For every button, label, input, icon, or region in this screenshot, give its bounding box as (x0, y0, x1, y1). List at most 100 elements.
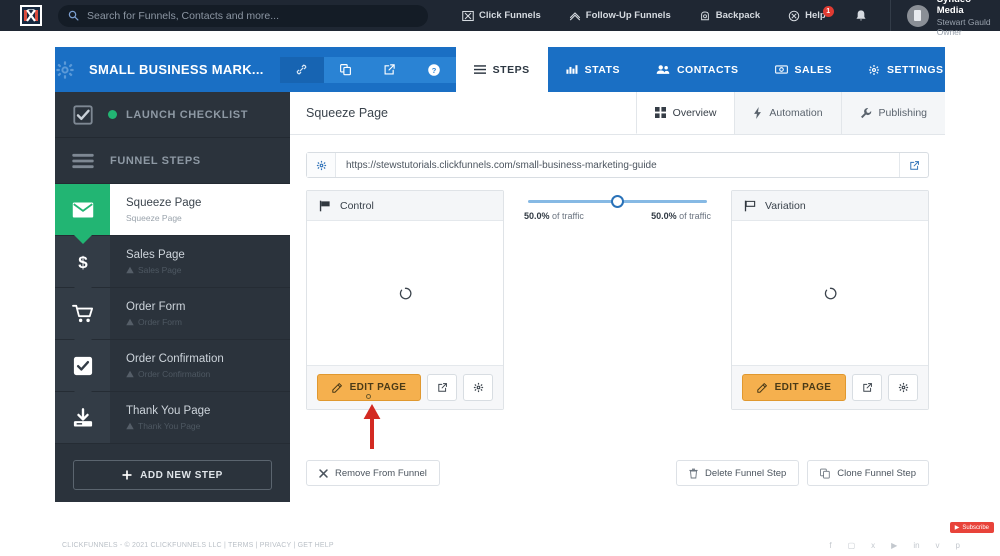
funnel-tab-label: CONTACTS (676, 63, 739, 76)
funnel-tab-sales[interactable]: SALES (757, 47, 851, 92)
spinner-icon (399, 287, 411, 299)
vimeo-icon[interactable]: v (936, 541, 940, 550)
sidebar-funnel-steps-header[interactable]: FUNNEL STEPS (55, 138, 290, 183)
sidebar-step-body: Order Form Order Form (110, 288, 290, 339)
pane-variation-header: Variation (732, 191, 928, 221)
funnel-link-button[interactable] (279, 56, 324, 83)
topnav-item-backpack[interactable]: Backpack (685, 10, 774, 22)
pencil-square-icon (756, 383, 767, 393)
edit-page-label: EDIT PAGE (774, 382, 832, 393)
topnav-item-help[interactable]: Help 1 (774, 5, 840, 22)
button-label: Delete Funnel Step (704, 467, 787, 479)
youtube-icon: ▶ (954, 525, 960, 531)
user-name-role: Stewart Gauld Owner (936, 16, 991, 37)
funnel-open-button[interactable] (367, 56, 412, 83)
funnel-tab-label: SETTINGS (887, 63, 944, 76)
topnav-item-click-funnels[interactable]: Click Funnels (448, 10, 555, 22)
sidebar-step-body: Order Confirmation Order Confirmation (110, 340, 290, 391)
page-url-bar (306, 152, 929, 178)
sidebar-step-name: Squeeze Page (126, 197, 202, 210)
funnel-help-button[interactable]: ? (411, 56, 456, 83)
funnel-tab-steps[interactable]: STEPS (455, 47, 548, 92)
footer-social-icons: f ▢ x ▶ in v p (829, 541, 960, 550)
add-step-wrapper: ADD NEW STEP (55, 444, 290, 490)
global-search-box[interactable] (58, 4, 428, 27)
funnel-icon-buttons: ? (279, 47, 456, 92)
envelope-icon (55, 184, 110, 235)
edit-page-button[interactable]: EDIT PAGE (317, 374, 421, 401)
funnel-clone-button[interactable] (323, 56, 368, 83)
youtube-icon[interactable]: ▶ (891, 541, 897, 550)
sidebar-step-sub: Thank You Page (126, 421, 290, 431)
remove-from-funnel-button[interactable]: Remove From Funnel (306, 460, 440, 486)
button-label: Remove From Funnel (335, 467, 427, 479)
sidebar-step-squeeze-page[interactable]: Squeeze Page Squeeze Page (55, 184, 290, 244)
page-settings-button[interactable] (463, 374, 493, 401)
url-settings-button[interactable] (307, 153, 336, 177)
backpack-icon (700, 10, 709, 20)
twitter-icon[interactable]: x (871, 541, 875, 550)
external-link-icon (862, 383, 872, 392)
sidebar-step-sub: Order Form (126, 317, 290, 327)
pane-title: Variation (765, 199, 806, 212)
funnel-sidebar: LAUNCH CHECKLIST FUNNEL STEPS Squeeze Pa… (55, 92, 290, 502)
topnav-item-label: Backpack (715, 10, 761, 21)
tab-label: Automation (769, 107, 823, 119)
page-settings-button-variation[interactable] (888, 374, 918, 401)
preview-page-button-variation[interactable] (852, 374, 882, 401)
open-page-button[interactable] (899, 153, 928, 177)
topnav-item-label: Click Funnels (479, 10, 541, 21)
delete-funnel-step-button[interactable]: Delete Funnel Step (675, 460, 800, 486)
step-notch (74, 287, 92, 296)
funnel-tab-settings[interactable]: SETTINGS (850, 47, 962, 92)
user-avatar-icon (906, 4, 929, 27)
pane-variation-actions: EDIT PAGE (732, 365, 928, 409)
close-x-icon (319, 468, 328, 478)
sidebar-item-launch-checklist[interactable]: LAUNCH CHECKLIST (55, 92, 290, 137)
search-input[interactable] (87, 9, 407, 22)
tab-label: Publishing (878, 107, 927, 119)
page-url-input[interactable] (336, 153, 899, 177)
funnel-settings-gear-button[interactable] (55, 47, 75, 92)
sidebar-step-sub-label: Order Confirmation (138, 368, 211, 379)
pane-control-header: Control (307, 191, 503, 221)
topnav-item-follow-up-funnels[interactable]: Follow-Up Funnels (555, 10, 685, 22)
bell-icon[interactable] (854, 9, 868, 23)
tab-publishing[interactable]: Publishing (840, 92, 945, 134)
sidebar-step-sub-label: Sales Page (138, 264, 182, 275)
clickfunnels-logo-icon[interactable] (20, 5, 42, 26)
selected-step-notch (74, 235, 92, 244)
step-bottom-actions: Remove From Funnel Delete Funnel Step Cl… (306, 460, 929, 486)
bar-chart-icon (566, 65, 578, 74)
grid-icon (654, 107, 666, 118)
traffic-split-left: 50.0% of traffic (524, 211, 584, 221)
tab-automation[interactable]: Automation (734, 92, 841, 134)
sidebar-step-sub-label: Thank You Page (138, 420, 201, 431)
sidebar-step-name: Order Confirmation (126, 353, 224, 366)
user-account-menu[interactable]: Syndeo Media Stewart Gauld Owner (889, 0, 1000, 37)
clone-funnel-step-button[interactable]: Clone Funnel Step (807, 460, 929, 486)
pane-control-preview (307, 221, 503, 365)
instagram-icon[interactable]: ▢ (848, 541, 856, 550)
linkedin-icon[interactable]: in (913, 541, 919, 550)
clickfunnels-app: Click Funnels Follow-Up Funnels Backpack (0, 0, 1000, 556)
traffic-split-slider[interactable] (528, 195, 707, 208)
preview-page-button[interactable] (427, 374, 457, 401)
sidebar-step-name: Sales Page (126, 249, 185, 262)
traffic-split-left-value: 50.0% (524, 211, 550, 221)
funnel-tab-stats[interactable]: STATS (548, 47, 638, 92)
tab-overview[interactable]: Overview (635, 92, 735, 134)
funnel-tab-contacts[interactable]: CONTACTS (638, 47, 757, 92)
svg-text:$: $ (78, 253, 88, 272)
edit-page-button-variation[interactable]: EDIT PAGE (742, 374, 846, 401)
traffic-split-handle[interactable] (611, 195, 624, 208)
youtube-subscribe-button[interactable]: ▶ Subscribe (949, 522, 994, 533)
launch-status-dot (108, 110, 117, 119)
sidebar-item-label: FUNNEL STEPS (110, 154, 201, 167)
step-notch (74, 339, 92, 348)
pinterest-icon[interactable]: p (956, 541, 960, 550)
add-new-step-button[interactable]: ADD NEW STEP (73, 460, 272, 490)
facebook-f-icon[interactable]: f (829, 541, 831, 550)
trash-icon (689, 468, 698, 478)
people-icon (656, 65, 670, 74)
